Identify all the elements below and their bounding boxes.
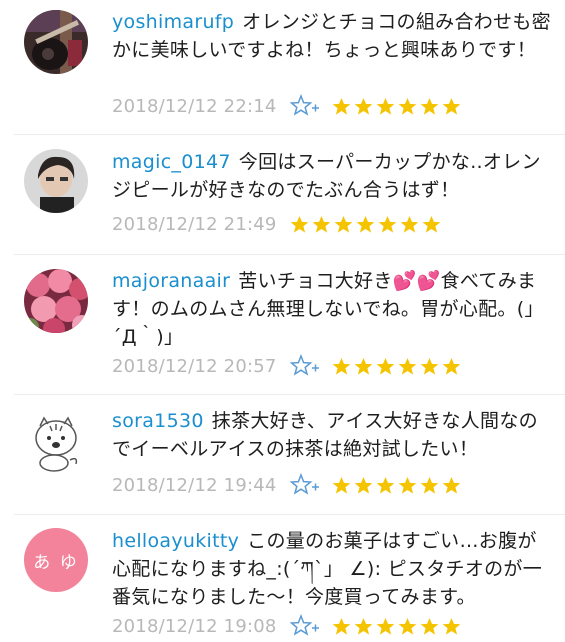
person-avatar-image: [24, 149, 88, 213]
star-icon: [354, 617, 373, 635]
star-icon: [332, 476, 351, 494]
star-icon: [422, 215, 441, 233]
star-icon: [354, 357, 373, 375]
star-icon: [398, 357, 417, 375]
tiger-avatar-image: [24, 408, 88, 472]
star-icon: [332, 97, 351, 115]
divider: [14, 134, 565, 135]
divider: [14, 254, 565, 255]
star-icon: [354, 476, 373, 494]
comment-text: majoranaair 苦いチョコ大好き💕💕食べてみます！のムのムさん無理しないで…: [112, 267, 552, 351]
star-icon: [398, 476, 417, 494]
comment-meta: 2018/12/12 22:14: [112, 93, 461, 119]
favorite-add-icon[interactable]: [289, 472, 320, 497]
username-link[interactable]: sora1530: [112, 410, 204, 432]
avatar[interactable]: [24, 149, 88, 213]
comment-meta: 2018/12/12 20:57: [112, 353, 461, 379]
comment-text: magic_0147 今回はスーパーカップかな..オレンジピールが好きなのでたぶん…: [112, 148, 552, 204]
star-icon: [356, 215, 375, 233]
star-icon: [376, 617, 395, 635]
divider: [14, 394, 565, 395]
star-rating: [332, 476, 461, 495]
username-link[interactable]: majoranaair: [112, 270, 230, 292]
comment-date: 2018/12/12 19:08: [112, 615, 277, 637]
favorite-add-icon[interactable]: [289, 353, 320, 378]
star-icon: [378, 215, 397, 233]
username-link[interactable]: yoshimarufp: [112, 11, 234, 33]
star-rating: [332, 357, 461, 376]
star-icon: [420, 476, 439, 494]
star-icon: [442, 476, 461, 494]
comment-meta: 2018/12/12 19:44: [112, 472, 461, 498]
star-rating: [332, 617, 461, 636]
star-icon: [442, 357, 461, 375]
star-icon: [290, 215, 309, 233]
comment-date: 2018/12/12 21:49: [112, 213, 277, 235]
star-icon: [312, 215, 331, 233]
star-icon: [420, 357, 439, 375]
star-icon: [332, 617, 351, 635]
star-icon: [398, 617, 417, 635]
avatar[interactable]: [24, 10, 88, 74]
star-icon: [400, 215, 419, 233]
comment-text: yoshimarufp オレンジとチョコの組み合わせも密かに美味しいですよね！ちょ…: [112, 8, 552, 64]
avatar-initials: あ ゆ: [33, 552, 79, 573]
roses-avatar-image: [24, 269, 88, 333]
star-icon: [334, 215, 353, 233]
favorite-add-icon[interactable]: [289, 93, 320, 118]
comment-date: 2018/12/12 19:44: [112, 474, 277, 496]
comment-date: 2018/12/12 20:57: [112, 355, 277, 377]
star-icon: [442, 97, 461, 115]
star-icon: [398, 97, 417, 115]
comment-text: sora1530 抹茶大好き、アイス大好きな人間なのでイーベルアイスの抹茶は絶対試…: [112, 407, 552, 463]
comment-text: helloayukitty この量のお菓子はすごい…お腹が心配になりますね_:(´…: [112, 527, 552, 611]
star-rating: [332, 97, 461, 116]
divider: [14, 514, 565, 515]
username-link[interactable]: magic_0147: [112, 151, 231, 173]
comment-meta: 2018/12/12 19:08: [112, 613, 461, 639]
star-icon: [420, 97, 439, 115]
star-rating: [290, 215, 441, 234]
avatar[interactable]: あ ゆ: [24, 528, 88, 592]
avatar[interactable]: [24, 408, 88, 472]
favorite-add-icon[interactable]: [289, 613, 320, 638]
guitar-avatar-image: [24, 10, 88, 74]
star-icon: [376, 357, 395, 375]
username-link[interactable]: helloayukitty: [112, 530, 239, 552]
comment-date: 2018/12/12 22:14: [112, 95, 277, 117]
avatar[interactable]: [24, 269, 88, 333]
star-icon: [354, 97, 373, 115]
comment-meta: 2018/12/12 21:49: [112, 211, 441, 237]
star-icon: [332, 357, 351, 375]
star-icon: [376, 476, 395, 494]
star-icon: [442, 617, 461, 635]
star-icon: [420, 617, 439, 635]
star-icon: [376, 97, 395, 115]
